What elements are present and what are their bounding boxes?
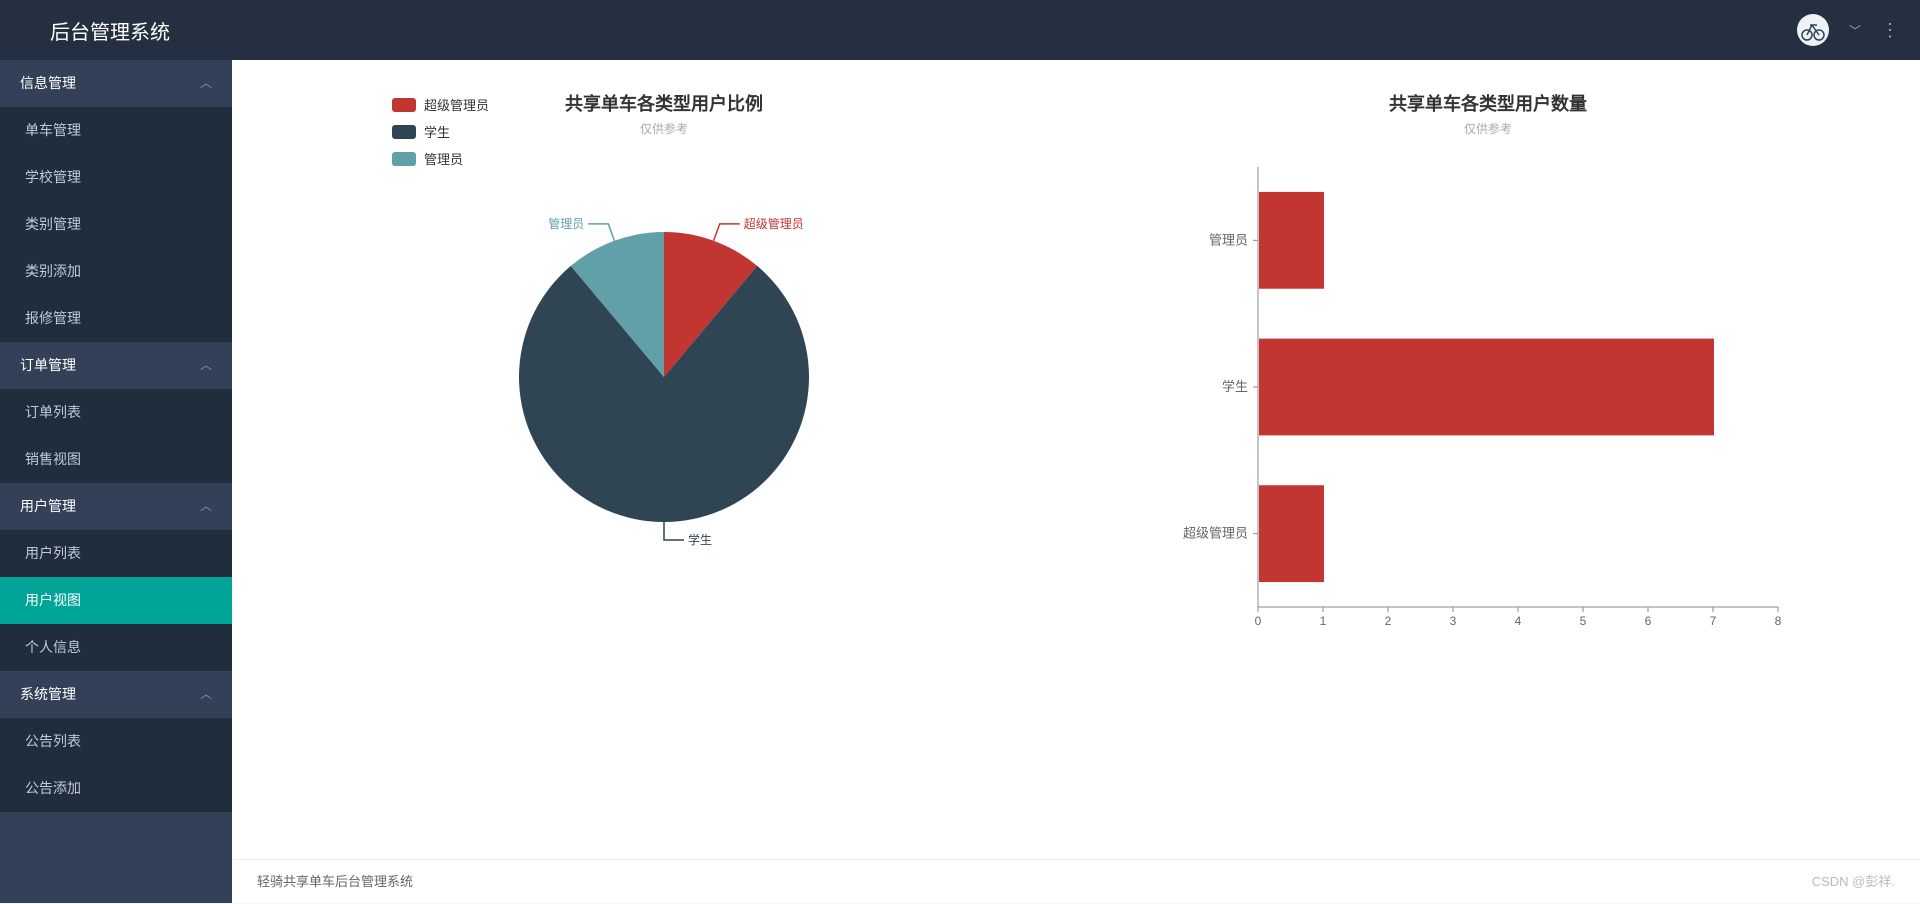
footer: 轻骑共享单车后台管理系统 CSDN @彭祥. bbox=[232, 859, 1920, 903]
legend-swatch bbox=[392, 152, 416, 166]
menu-item-0-0[interactable]: 单车管理 bbox=[0, 107, 232, 154]
chevron-up-icon: ︿ bbox=[200, 671, 212, 718]
menu-item-3-0[interactable]: 公告列表 bbox=[0, 718, 232, 765]
pie-chart-panel: 超级管理员学生管理员 共享单车各类型用户比例 仅供参考 超级管理员学生管理员 bbox=[272, 90, 1056, 829]
legend-item-0[interactable]: 超级管理员 bbox=[392, 95, 489, 114]
menu-group-1[interactable]: 订单管理︿ bbox=[0, 342, 232, 389]
bar-category-label: 超级管理员 bbox=[1183, 526, 1248, 541]
pie-chart: 超级管理员学生 管理员 bbox=[404, 187, 924, 587]
menu-item-0-1[interactable]: 学校管理 bbox=[0, 154, 232, 201]
top-header: 后台管理系统 ﹀ ⋮ bbox=[0, 0, 1920, 60]
bar-chart-panel: 共享单车各类型用户数量 仅供参考 0 1 2 3 4 5 6 7 8 管理员学生超级管理员 bbox=[1096, 90, 1880, 829]
pie-label: 管理员 bbox=[548, 216, 584, 231]
menu-item-0-4[interactable]: 报修管理 bbox=[0, 295, 232, 342]
avatar[interactable] bbox=[1797, 14, 1829, 46]
menu-group-2[interactable]: 用户管理︿ bbox=[0, 483, 232, 530]
pie-label: 学生 bbox=[688, 532, 712, 547]
pie-legend: 超级管理员学生管理员 bbox=[392, 95, 489, 176]
legend-swatch bbox=[392, 98, 416, 112]
menu-group-0[interactable]: 信息管理︿ bbox=[0, 60, 232, 107]
x-tick-label: 4 bbox=[1515, 614, 1522, 628]
content: 超级管理员学生管理员 共享单车各类型用户比例 仅供参考 超级管理员学生管理员 共… bbox=[232, 60, 1920, 859]
x-tick-label: 0 bbox=[1255, 614, 1262, 628]
app-title: 后台管理系统 bbox=[20, 16, 170, 45]
chevron-up-icon: ︿ bbox=[200, 342, 212, 389]
menu-group-3[interactable]: 系统管理︿ bbox=[0, 671, 232, 718]
bar-category-label: 管理员 bbox=[1209, 232, 1248, 247]
bar[interactable] bbox=[1259, 339, 1714, 436]
legend-label: 超级管理员 bbox=[424, 95, 489, 114]
user-dropdown-icon[interactable]: ﹀ bbox=[1849, 22, 1861, 39]
x-tick-label: 5 bbox=[1580, 614, 1587, 628]
more-icon[interactable]: ⋮ bbox=[1881, 20, 1900, 41]
legend-item-2[interactable]: 管理员 bbox=[392, 149, 489, 168]
bar-category-label: 学生 bbox=[1222, 379, 1248, 394]
bike-icon bbox=[1800, 17, 1826, 43]
menu-item-1-1[interactable]: 销售视图 bbox=[0, 436, 232, 483]
menu-item-1-0[interactable]: 订单列表 bbox=[0, 389, 232, 436]
menu-item-3-1[interactable]: 公告添加 bbox=[0, 765, 232, 812]
x-tick-label: 8 bbox=[1775, 614, 1782, 628]
chevron-up-icon: ︿ bbox=[200, 483, 212, 530]
bar[interactable] bbox=[1259, 485, 1324, 582]
menu-item-0-3[interactable]: 类别添加 bbox=[0, 248, 232, 295]
pie-title: 共享单车各类型用户比例 bbox=[565, 90, 763, 116]
sidebar: 信息管理︿单车管理学校管理类别管理类别添加报修管理订单管理︿订单列表销售视图用户… bbox=[0, 60, 232, 903]
legend-label: 学生 bbox=[424, 122, 450, 141]
menu-item-2-0[interactable]: 用户列表 bbox=[0, 530, 232, 577]
pie-subtitle: 仅供参考 bbox=[640, 120, 688, 137]
bar-subtitle: 仅供参考 bbox=[1464, 120, 1512, 137]
x-tick-label: 6 bbox=[1645, 614, 1652, 628]
menu-item-0-2[interactable]: 类别管理 bbox=[0, 201, 232, 248]
x-tick-label: 7 bbox=[1710, 614, 1717, 628]
menu-item-2-1[interactable]: 用户视图 bbox=[0, 577, 232, 624]
main-area: 超级管理员学生管理员 共享单车各类型用户比例 仅供参考 超级管理员学生管理员 共… bbox=[232, 60, 1920, 903]
pie-label: 超级管理员 bbox=[744, 216, 804, 231]
footer-text: 轻骑共享单车后台管理系统 bbox=[257, 860, 413, 903]
watermark: CSDN @彭祥. bbox=[1812, 860, 1895, 903]
x-tick-label: 2 bbox=[1385, 614, 1392, 628]
bar-title: 共享单车各类型用户数量 bbox=[1389, 90, 1587, 116]
legend-swatch bbox=[392, 125, 416, 139]
chevron-up-icon: ︿ bbox=[200, 60, 212, 107]
bar[interactable] bbox=[1259, 192, 1324, 289]
legend-item-1[interactable]: 学生 bbox=[392, 122, 489, 141]
header-right: ﹀ ⋮ bbox=[1797, 14, 1900, 46]
x-tick-label: 3 bbox=[1450, 614, 1457, 628]
menu-item-2-2[interactable]: 个人信息 bbox=[0, 624, 232, 671]
legend-label: 管理员 bbox=[424, 149, 463, 168]
bar-chart: 0 1 2 3 4 5 6 7 8 管理员学生超级管理员 bbox=[1163, 157, 1813, 637]
x-tick-label: 1 bbox=[1320, 614, 1327, 628]
